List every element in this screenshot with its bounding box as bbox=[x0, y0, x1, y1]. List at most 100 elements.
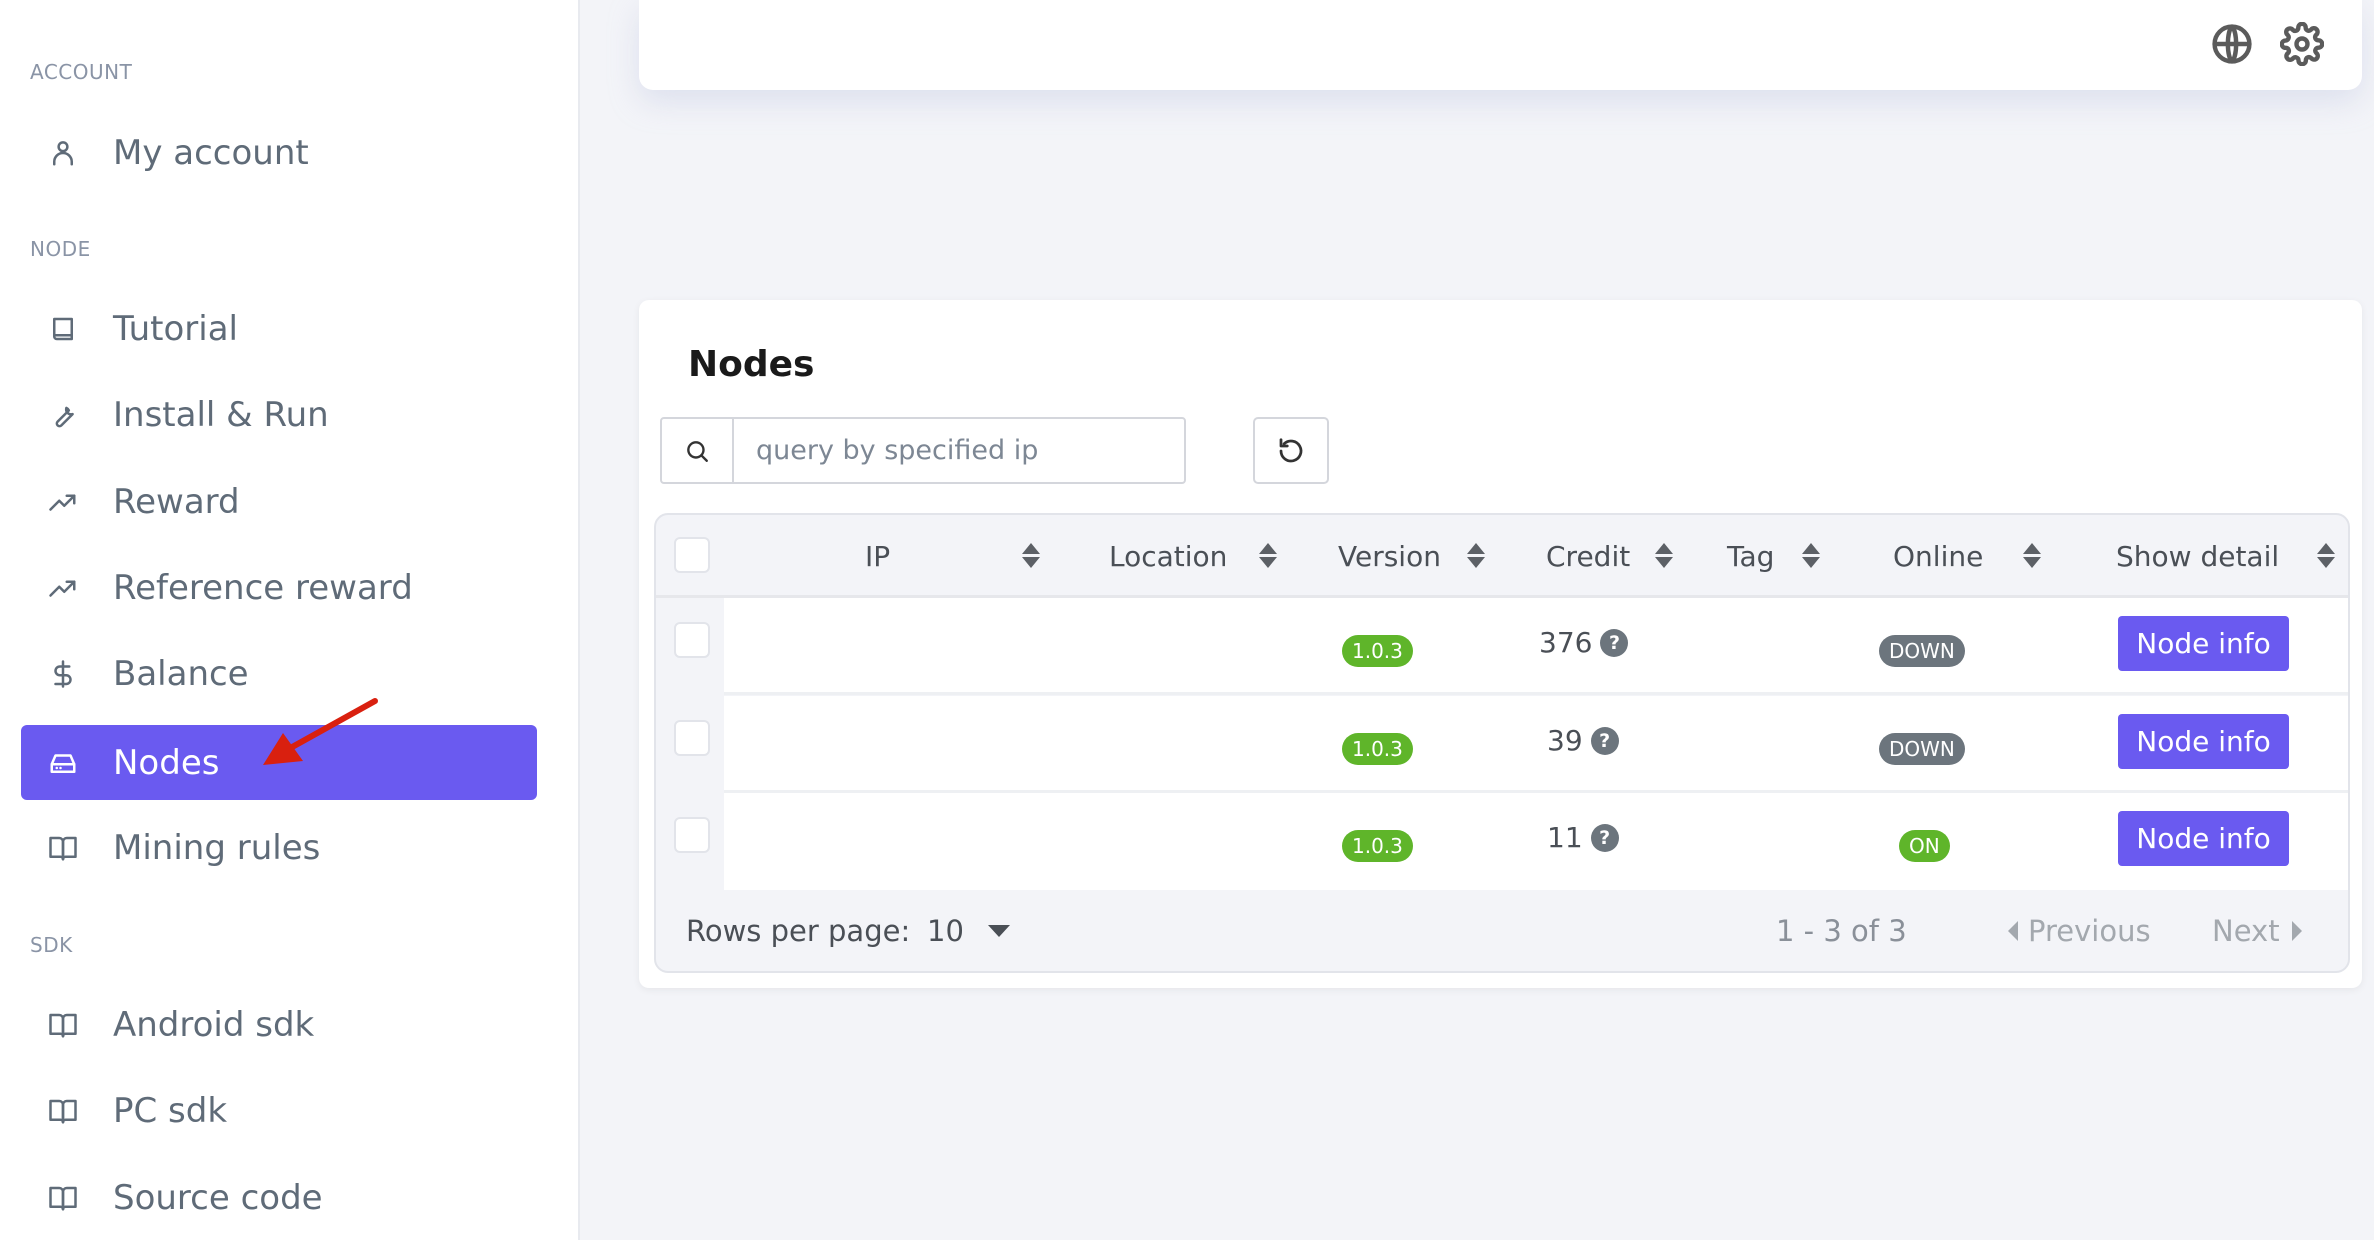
sidebar-item-label: Balance bbox=[113, 653, 249, 694]
table-row: 1.0.3 11? ON Node info bbox=[656, 793, 2348, 890]
table-row: 1.0.3 376? DOWN Node info bbox=[656, 598, 2348, 695]
help-icon[interactable]: ? bbox=[1600, 628, 1629, 657]
help-icon[interactable]: ? bbox=[1590, 726, 1619, 755]
node-info-button[interactable]: Node info bbox=[2118, 714, 2289, 769]
dollar-icon bbox=[47, 658, 79, 690]
pagination-range: 1 - 3 of 3 bbox=[1776, 914, 1907, 948]
row-checkbox[interactable] bbox=[674, 622, 710, 658]
column-header-credit[interactable]: Credit bbox=[1546, 515, 1630, 598]
sidebar-item-tutorial[interactable]: Tutorial bbox=[21, 291, 537, 366]
next-page-button[interactable]: Next bbox=[2212, 914, 2302, 948]
online-status-badge: DOWN bbox=[1879, 635, 1965, 667]
trending-up-icon bbox=[47, 486, 79, 518]
node-info-button[interactable]: Node info bbox=[2118, 811, 2289, 866]
section-label-node: NODE bbox=[30, 237, 91, 261]
table-header: IP Location Version Credit Tag Online Sh… bbox=[656, 515, 2348, 598]
caret-left-icon bbox=[2008, 921, 2018, 941]
caret-down-icon bbox=[987, 925, 1010, 937]
sidebar-item-install-run[interactable]: Install & Run bbox=[21, 377, 537, 452]
rows-per-page-label: Rows per page: bbox=[686, 914, 911, 948]
wrench-icon bbox=[47, 399, 79, 431]
next-label: Next bbox=[2212, 914, 2280, 948]
sidebar-item-pc-sdk[interactable]: PC sdk bbox=[21, 1073, 537, 1148]
book-open-icon bbox=[47, 1182, 79, 1214]
sidebar-item-label: Nodes bbox=[113, 742, 220, 783]
section-label-account: ACCOUNT bbox=[30, 60, 133, 84]
sidebar-item-mining-rules[interactable]: Mining rules bbox=[21, 810, 537, 885]
sidebar-item-label: Tutorial bbox=[113, 308, 238, 349]
nodes-table: IP Location Version Credit Tag Online Sh… bbox=[654, 513, 2350, 973]
sidebar: ACCOUNT My account NODE Tutorial Install… bbox=[0, 0, 580, 1240]
sidebar-item-balance[interactable]: Balance bbox=[21, 636, 537, 711]
sort-icon[interactable] bbox=[2316, 541, 2336, 571]
sidebar-item-label: Android sdk bbox=[113, 1004, 315, 1045]
node-info-button[interactable]: Node info bbox=[2118, 616, 2289, 671]
sidebar-item-reward[interactable]: Reward bbox=[21, 464, 537, 539]
gear-icon[interactable] bbox=[2279, 21, 2325, 67]
book-open-icon bbox=[47, 1009, 79, 1041]
sidebar-item-label: Source code bbox=[113, 1177, 323, 1218]
sidebar-item-label: Reference reward bbox=[113, 567, 413, 608]
sort-icon[interactable] bbox=[1258, 541, 1278, 571]
search-input[interactable] bbox=[734, 419, 1184, 482]
table-footer: Rows per page: 10 1 - 3 of 3 Previous Ne… bbox=[656, 890, 2348, 971]
search-group bbox=[660, 417, 1186, 484]
sidebar-item-source-code[interactable]: Source code bbox=[21, 1160, 537, 1235]
credit-value: 11? bbox=[1547, 821, 1619, 854]
sidebar-item-reference-reward[interactable]: Reference reward bbox=[21, 550, 537, 625]
rows-per-page-value: 10 bbox=[927, 914, 964, 948]
previous-page-button[interactable]: Previous bbox=[2008, 914, 2151, 948]
caret-right-icon bbox=[2291, 921, 2302, 941]
version-badge: 1.0.3 bbox=[1342, 635, 1413, 667]
credit-number: 39 bbox=[1547, 724, 1583, 757]
sidebar-item-my-account[interactable]: My account bbox=[21, 115, 537, 190]
online-status-badge: ON bbox=[1899, 830, 1950, 862]
online-status-badge: DOWN bbox=[1879, 733, 1965, 765]
column-header-location[interactable]: Location bbox=[1109, 515, 1227, 598]
book-open-icon bbox=[47, 832, 79, 864]
sidebar-item-android-sdk[interactable]: Android sdk bbox=[21, 987, 537, 1062]
sidebar-item-label: Reward bbox=[113, 481, 240, 522]
globe-icon[interactable] bbox=[2210, 22, 2254, 66]
rows-per-page-select[interactable]: 10 bbox=[927, 914, 1010, 948]
credit-number: 376 bbox=[1539, 626, 1593, 659]
row-checkbox[interactable] bbox=[674, 817, 710, 853]
previous-label: Previous bbox=[2028, 914, 2151, 948]
search-icon bbox=[662, 419, 734, 482]
sort-icon[interactable] bbox=[1466, 541, 1486, 571]
column-header-tag[interactable]: Tag bbox=[1727, 515, 1774, 598]
section-label-sdk: SDK bbox=[30, 933, 73, 957]
select-all-checkbox[interactable] bbox=[674, 537, 710, 573]
help-icon[interactable]: ? bbox=[1590, 823, 1619, 852]
version-badge: 1.0.3 bbox=[1342, 733, 1413, 765]
sort-icon[interactable] bbox=[1801, 541, 1821, 571]
table-row: 1.0.3 39? DOWN Node info bbox=[656, 696, 2348, 793]
sort-icon[interactable] bbox=[1021, 541, 1041, 571]
column-header-version[interactable]: Version bbox=[1338, 515, 1441, 598]
sidebar-item-label: Mining rules bbox=[113, 827, 321, 868]
column-header-show-detail[interactable]: Show detail bbox=[2116, 515, 2279, 598]
nodes-card: Nodes IP Location Version Credit Tag Onl… bbox=[639, 300, 2362, 988]
top-bar bbox=[639, 0, 2362, 90]
column-header-ip[interactable]: IP bbox=[865, 515, 890, 598]
sidebar-item-label: PC sdk bbox=[113, 1090, 228, 1131]
trending-up-icon bbox=[47, 572, 79, 604]
page-title: Nodes bbox=[688, 344, 815, 385]
sort-icon[interactable] bbox=[2022, 541, 2042, 571]
reload-icon bbox=[1276, 436, 1306, 466]
credit-value: 376? bbox=[1539, 626, 1629, 659]
column-header-online[interactable]: Online bbox=[1893, 515, 1983, 598]
user-icon bbox=[47, 137, 79, 169]
sidebar-item-label: Install & Run bbox=[113, 394, 329, 435]
sidebar-item-nodes[interactable]: Nodes bbox=[21, 725, 537, 800]
credit-number: 11 bbox=[1547, 821, 1583, 854]
row-checkbox[interactable] bbox=[674, 720, 710, 756]
book-icon bbox=[47, 313, 79, 345]
sidebar-item-label: My account bbox=[113, 132, 309, 173]
sort-icon[interactable] bbox=[1654, 541, 1674, 571]
reload-button[interactable] bbox=[1253, 417, 1329, 484]
book-open-icon bbox=[47, 1095, 79, 1127]
hard-drive-icon bbox=[47, 747, 79, 779]
credit-value: 39? bbox=[1547, 724, 1619, 757]
version-badge: 1.0.3 bbox=[1342, 830, 1413, 862]
